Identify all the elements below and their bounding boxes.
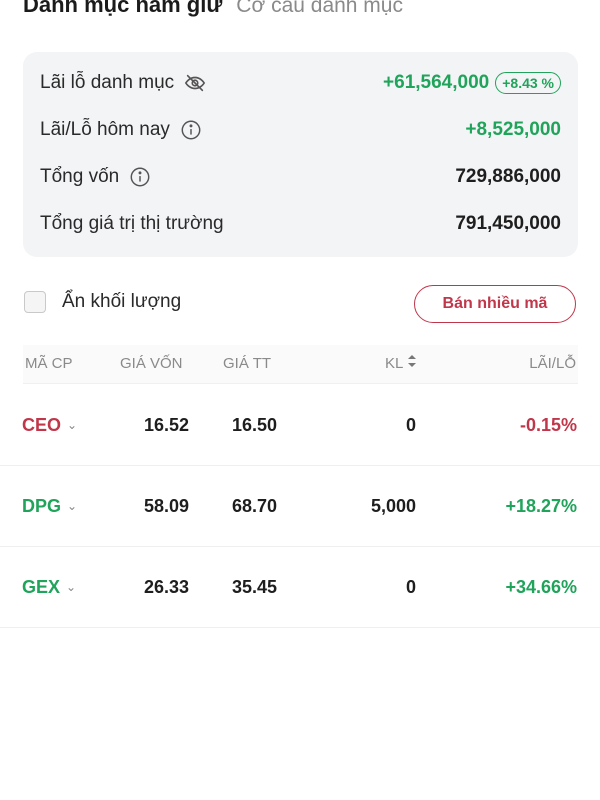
price-cell: 35.45 <box>231 577 277 597</box>
ticker-symbol: CEO <box>22 415 62 435</box>
summary-row-capital: Tổng vốn 729,886,000 <box>40 162 561 192</box>
price-cell: 68.70 <box>231 496 277 516</box>
table-row[interactable]: GEX ⌄ 26.33 35.45 0 +34.66% <box>0 547 600 628</box>
ticker-cell[interactable]: GEX ⌄ <box>22 547 76 627</box>
pnl-percent-badge: +8.43 % <box>495 72 561 94</box>
ticker-symbol: DPG <box>22 496 62 516</box>
header-cost[interactable]: GIÁ VỐN <box>120 345 183 383</box>
pnl-value: +61,564,000 <box>383 72 490 93</box>
pnl-label: Lãi lỗ danh mục <box>40 72 175 93</box>
portfolio-tabs: Danh mục nắm giữ Cơ cấu danh mục <box>23 0 403 18</box>
chevron-down-icon[interactable]: ⌄ <box>67 466 77 546</box>
today-pnl-label: Lãi/Lỗ hôm nay <box>40 119 170 140</box>
sell-many-button[interactable]: Bán nhiều mã <box>414 285 576 323</box>
eye-off-icon[interactable] <box>184 72 206 94</box>
info-icon[interactable] <box>129 166 151 188</box>
table-header: MÃ CP GIÁ VỐN GIÁ TT KL LÃI/LỖ <box>23 345 578 384</box>
hide-volume-toggle[interactable]: Ẩn khối lượng <box>24 291 181 313</box>
summary-row-pnl: Lãi lỗ danh mục +61,564,000 +8.43 % <box>40 68 561 98</box>
cost-cell: 16.52 <box>143 415 189 435</box>
volume-cell: 5,000 <box>370 496 416 516</box>
portfolio-page: Danh mục nắm giữ Cơ cấu danh mục Lãi lỗ … <box>0 0 600 800</box>
header-volume[interactable]: KL <box>385 345 417 383</box>
ticker-cell[interactable]: DPG ⌄ <box>22 466 77 546</box>
table-row[interactable]: DPG ⌄ 58.09 68.70 5,000 +18.27% <box>0 466 600 547</box>
summary-row-market: Tổng giá trị thị trường 791,450,000 <box>40 209 561 239</box>
market-value-label: Tổng giá trị thị trường <box>40 213 224 234</box>
hide-volume-label: Ẩn khối lượng <box>62 291 182 312</box>
price-cell: 16.50 <box>231 415 277 435</box>
chevron-down-icon[interactable]: ⌄ <box>66 547 76 627</box>
tab-structure[interactable]: Cơ cấu danh mục <box>236 0 403 18</box>
header-price[interactable]: GIÁ TT <box>223 345 271 383</box>
volume-cell: 0 <box>405 415 416 435</box>
header-pnl[interactable]: LÃI/LỖ <box>529 345 576 383</box>
pnl-cell: -0.15% <box>519 415 577 435</box>
header-ticker[interactable]: MÃ CP <box>25 345 73 383</box>
cost-cell: 58.09 <box>143 496 189 516</box>
chevron-down-icon[interactable]: ⌄ <box>67 385 77 465</box>
tab-holdings[interactable]: Danh mục nắm giữ <box>23 0 222 18</box>
summary-card: Lãi lỗ danh mục +61,564,000 +8.43 % Lãi/… <box>23 52 578 257</box>
sort-icon[interactable] <box>407 345 417 383</box>
capital-label: Tổng vốn <box>40 166 120 187</box>
volume-cell: 0 <box>405 577 416 597</box>
ticker-cell[interactable]: CEO ⌄ <box>22 385 77 465</box>
market-value: 791,450,000 <box>455 213 561 234</box>
header-volume-label: KL <box>385 355 404 372</box>
capital-value: 729,886,000 <box>455 166 561 187</box>
hide-volume-checkbox[interactable] <box>24 291 46 313</box>
pnl-cell: +34.66% <box>505 577 577 597</box>
pnl-cell: +18.27% <box>505 496 577 516</box>
ticker-symbol: GEX <box>22 577 61 597</box>
today-pnl-value: +8,525,000 <box>465 119 561 140</box>
info-icon[interactable] <box>180 119 202 141</box>
summary-row-today: Lãi/Lỗ hôm nay +8,525,000 <box>40 115 561 145</box>
cost-cell: 26.33 <box>143 577 189 597</box>
table-row[interactable]: CEO ⌄ 16.52 16.50 0 -0.15% <box>0 385 600 466</box>
